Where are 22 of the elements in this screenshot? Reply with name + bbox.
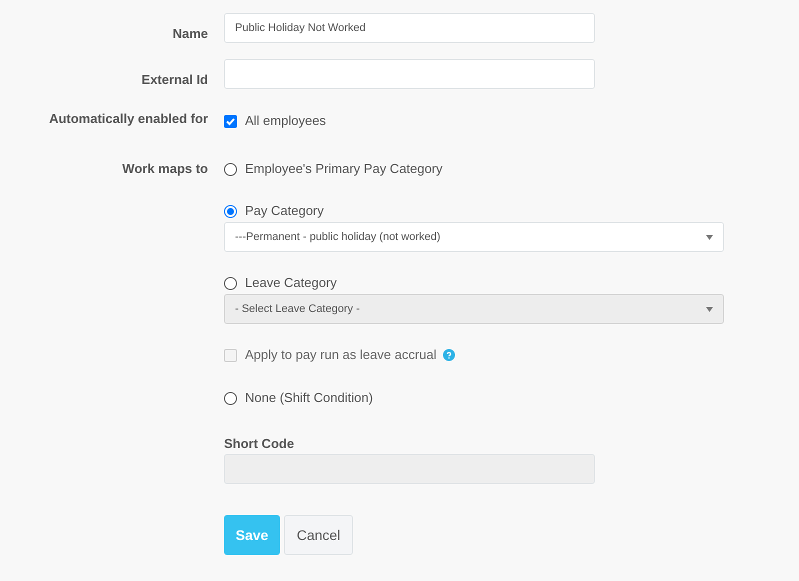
field-label: Name [172,26,208,41]
radio-button[interactable] [224,392,237,404]
dropdown[interactable]: ---Permanent - public holiday (not worked) [224,222,724,252]
field-label: Short Code [224,436,296,452]
input-field[interactable] [224,59,595,89]
cancel-button[interactable]: Cancel [284,515,353,555]
radio-button[interactable] [224,162,237,176]
field-label: Automatically enabled for [49,111,208,126]
field-label: Work maps to [122,161,208,176]
option-label: All employees [245,113,326,129]
option-label: Pay Category [245,203,324,219]
input-field[interactable]: Public Holiday Not Worked [224,13,595,43]
option-label: Employee's Primary Pay Category [245,161,443,177]
checkbox[interactable] [224,114,237,128]
caret-icon [706,234,713,240]
option-label: Leave Category [245,275,337,291]
caret-icon [706,306,713,312]
option-label: None (Shift Condition) [245,390,373,406]
radio-button[interactable] [224,204,237,218]
option-label: Apply to pay run as leave accrual [245,347,436,363]
field-label: External Id [142,72,208,87]
radio-button[interactable] [224,276,237,290]
